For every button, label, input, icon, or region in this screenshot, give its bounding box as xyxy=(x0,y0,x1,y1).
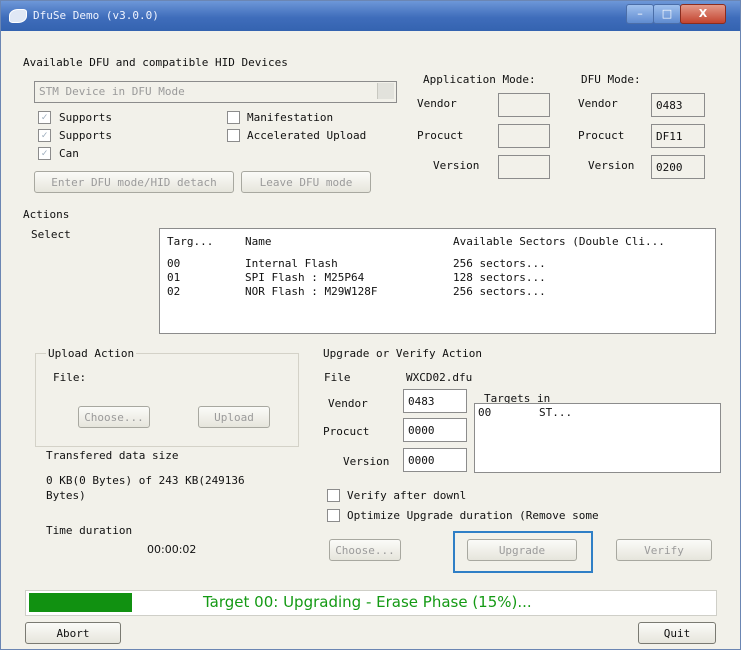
supports-checkbox-2[interactable]: ✓ xyxy=(38,129,51,142)
table-row-sectors[interactable]: 256 sectors... xyxy=(453,257,546,270)
upgrade-button-highlight xyxy=(453,531,593,573)
upgrade-choose-button[interactable]: Choose... xyxy=(329,539,401,561)
upload-heading: Upload Action xyxy=(46,347,137,360)
chevron-down-icon[interactable] xyxy=(377,83,394,99)
devices-heading: Available DFU and compatible HID Devices xyxy=(23,56,288,69)
upload-button[interactable]: Upload xyxy=(198,406,270,428)
optimize-upgrade-label: Optimize Upgrade duration (Remove some xyxy=(347,509,599,522)
dfu-mode-heading: DFU Mode: xyxy=(581,73,641,86)
app-version-label: Version xyxy=(433,159,480,172)
list-item-target-name[interactable]: ST... xyxy=(539,406,572,419)
app-vendor-label: Vendor xyxy=(417,97,457,110)
app-version-field xyxy=(498,155,550,179)
app-vendor-field xyxy=(498,93,550,117)
minimize-button[interactable]: – xyxy=(626,4,654,24)
app-mode-heading: Application Mode: xyxy=(423,73,536,86)
dfu-vendor-label: Vendor xyxy=(578,97,618,110)
upgrade-version-field: 0000 xyxy=(403,448,467,472)
dfuse-window: DfuSe Demo (v3.0.0) – □ X Available DFU … xyxy=(0,0,741,650)
table-row-name[interactable]: SPI Flash : M25P64 xyxy=(245,271,364,284)
supports-checkbox-1[interactable]: ✓ xyxy=(38,111,51,124)
table-row-name[interactable]: Internal Flash xyxy=(245,257,338,270)
upgrade-file-value: WXCD02.dfu xyxy=(406,371,473,384)
upgrade-file-label: File xyxy=(324,371,351,384)
supports-label-1: Supports xyxy=(59,111,112,124)
table-row-sectors[interactable]: 128 sectors... xyxy=(453,271,546,284)
upgrade-procuct-label: Procuct xyxy=(323,425,370,438)
dfu-procuct-label: Procuct xyxy=(578,129,625,142)
time-heading: Time duration xyxy=(46,524,133,537)
device-select[interactable]: STM Device in DFU Mode xyxy=(34,81,397,103)
time-value: 00:00:02 xyxy=(147,543,197,556)
table-row-target[interactable]: 00 xyxy=(167,257,180,270)
manifestation-label: Manifestation xyxy=(247,111,334,124)
can-checkbox[interactable]: ✓ xyxy=(38,147,51,160)
window-title: DfuSe Demo (v3.0.0) xyxy=(33,9,159,22)
upload-file-label: File: xyxy=(53,371,87,384)
table-row-target[interactable]: 01 xyxy=(167,271,180,284)
dfu-version-label: Version xyxy=(588,159,635,172)
title-bar[interactable]: DfuSe Demo (v3.0.0) – □ X xyxy=(1,1,740,31)
upgrade-heading: Upgrade or Verify Action xyxy=(323,347,482,360)
status-text: Target 00: Upgrading - Erase Phase (15%)… xyxy=(203,593,532,611)
table-row-target[interactable]: 02 xyxy=(167,285,180,298)
upload-choose-button[interactable]: Choose... xyxy=(78,406,150,428)
leave-dfu-button[interactable]: Leave DFU mode xyxy=(241,171,371,193)
app-procuct-field xyxy=(498,124,550,148)
transfered-line-2: Bytes) xyxy=(46,489,86,502)
upgrade-vendor-field: 0483 xyxy=(403,389,467,413)
accelerated-upload-label: Accelerated Upload xyxy=(247,129,367,142)
table-row-name[interactable]: NOR Flash : M29W128F xyxy=(245,285,377,298)
maximize-button[interactable]: □ xyxy=(653,4,681,24)
upgrade-vendor-label: Vendor xyxy=(328,397,368,410)
dfu-procuct-field: DF11 xyxy=(651,124,705,148)
dfu-version-field: 0200 xyxy=(651,155,705,179)
verify-after-download-label: Verify after downl xyxy=(347,489,467,502)
actions-heading: Actions xyxy=(23,208,70,221)
verify-button[interactable]: Verify xyxy=(616,539,712,561)
progress-bar-fill xyxy=(29,593,132,612)
column-header-sectors[interactable]: Available Sectors (Double Cli... xyxy=(453,235,665,248)
select-label: Select xyxy=(31,228,71,241)
enter-dfu-button[interactable]: Enter DFU mode/HID detach xyxy=(34,171,234,193)
can-label: Can xyxy=(59,147,79,160)
column-header-target[interactable]: Targ... xyxy=(167,235,213,248)
transfered-heading: Transfered data size xyxy=(46,449,179,462)
upload-action-group xyxy=(35,353,299,447)
app-icon xyxy=(9,9,27,23)
manifestation-checkbox[interactable] xyxy=(227,111,240,124)
upgrade-version-label: Version xyxy=(343,455,390,468)
verify-after-download-checkbox[interactable] xyxy=(327,489,340,502)
supports-label-2: Supports xyxy=(59,129,112,142)
abort-button[interactable]: Abort xyxy=(25,622,121,644)
dfu-vendor-field: 0483 xyxy=(651,93,705,117)
targets-in-list[interactable] xyxy=(474,403,721,473)
column-header-name[interactable]: Name xyxy=(245,235,272,248)
transfered-line-1: 0 KB(0 Bytes) of 243 KB(249136 xyxy=(46,474,245,487)
app-procuct-label: Procuct xyxy=(417,129,464,142)
list-item-target-id[interactable]: 00 xyxy=(478,406,491,419)
optimize-upgrade-checkbox[interactable] xyxy=(327,509,340,522)
upgrade-procuct-field: 0000 xyxy=(403,418,467,442)
close-button[interactable]: X xyxy=(680,4,726,24)
accelerated-upload-checkbox[interactable] xyxy=(227,129,240,142)
table-row-sectors[interactable]: 256 sectors... xyxy=(453,285,546,298)
quit-button[interactable]: Quit xyxy=(638,622,716,644)
device-select-value: STM Device in DFU Mode xyxy=(39,85,185,98)
